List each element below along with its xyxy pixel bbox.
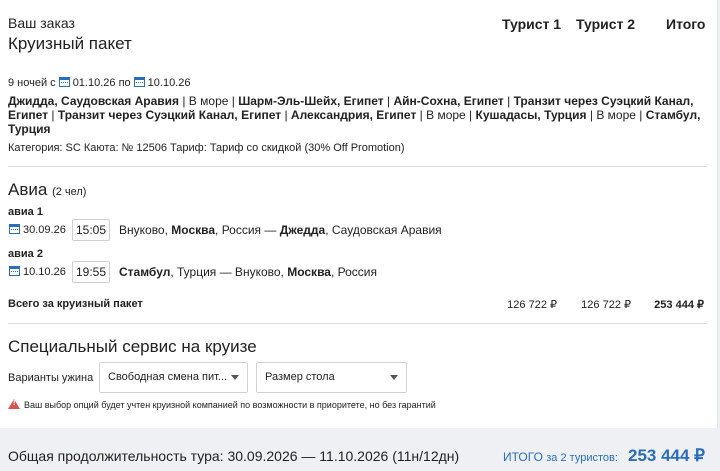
column-tourist-1: Турист 1 [502,16,562,32]
tour-duration: Общая продолжительность тура: 30.09.2026… [8,448,460,464]
avia-people-count: (2 чел) [52,186,87,198]
flight-2-label: авиа 2 [8,248,43,260]
route-line-1: Джидда, Саудовская Аравия | В море | Шар… [8,94,708,108]
order-card: Ваш заказ Круизный пакет Турист 1 Турист… [0,0,718,428]
route-segment: Транзит через Суэцкий Канал, Египет [57,108,282,122]
route-segment: Транзит через Суэцкий Канал, [513,94,694,108]
route-segment: Джидда, Саудовская Аравия [8,94,180,108]
special-service-title: Специальный сервис на круизе [8,337,257,356]
column-tourist-2: Турист 2 [576,16,636,32]
dinner-options-label: Варианты ужина [8,372,94,384]
cruise-dates: 9 ночей с 01.10.26 по 10.10.26 [8,77,190,89]
route-segment: | В море | [416,108,476,122]
chevron-down-icon [231,375,239,380]
divider [8,323,707,324]
route-segment: Турция [8,122,51,136]
flight-route-segment: Москва [171,223,216,237]
total-for: за 2 туристов: [546,452,618,464]
calendar-icon [133,77,145,87]
route-segment: | В море | [586,108,646,122]
flight-route-segment: , Россия — [215,223,280,237]
route-line-2: Египет | Транзит через Суэцкий Канал, Ег… [8,108,708,122]
divider [8,166,707,167]
flight-route-segment: , Турция — Внуково, [170,265,288,279]
route-segment: Стамбул, [645,108,701,122]
nights-label: 9 ночей с [8,77,56,89]
route-segment: Египет [8,108,49,122]
table-size-value: Размер стола [265,371,335,383]
chevron-down-icon [390,375,398,380]
flight-route-segment: Джедда [279,223,326,237]
warning-icon [8,399,20,409]
flight-2-date: 10.10.26 [6,266,66,278]
package-title: Круизный пакет [8,34,132,53]
date-from: 01.10.26 [72,77,116,89]
package-total-label: Всего за круизный пакет [8,298,143,310]
flight-route-segment: Внуково, [119,223,172,237]
flight-1-label: авиа 1 [8,206,43,218]
warning-text: Ваш выбор опций будет учтен круизной ком… [24,400,436,410]
route-segment: | [503,94,514,108]
package-total-tourist-1: 126 722 ₽ [507,299,557,311]
route-segment: | [383,94,394,108]
flight-2-time: 19:55 [72,261,110,283]
calendar-icon [58,77,70,87]
flight-1-date: 30.09.26 [6,224,66,236]
total-label: ИТОГО [503,450,543,464]
cruise-route: Джидда, Саудовская Аравия | В море | Шар… [8,94,708,136]
footer-total-value: 253 444 ₽ [628,446,705,465]
avia-title-text: Авиа [8,180,48,199]
package-total-all: 253 444 ₽ [654,299,704,311]
route-segment: Айн-Сохна, Египет [393,94,504,108]
order-label: Ваш заказ [8,15,75,31]
date-to: 10.10.26 [147,77,191,89]
package-total-tourist-2: 126 722 ₽ [581,299,631,311]
avia-title: Авиа (2 чел) [8,180,86,200]
flight-2-route: Стамбул, Турция — Внуково, Москва, Росси… [119,265,377,279]
flight-route-segment: , Россия [330,265,377,279]
flight-route-segment: Москва [287,265,331,279]
route-segment: Кушадасы, Турция [475,108,587,122]
flight-1-date-text: 30.09.26 [23,224,66,236]
route-line-3: Турция [8,122,708,136]
route-segment: | [48,108,58,122]
route-segment: | В море | [179,94,239,108]
flight-route-segment: , Саудовская Аравия [325,223,442,237]
dinner-option-value: Свободная смена пит... [108,371,228,383]
route-segment: | [281,108,291,122]
calendar-icon [9,266,20,276]
table-size-select[interactable]: Размер стола [256,362,407,393]
to-word: по [118,77,131,89]
column-total: Итого [666,16,706,32]
route-segment: Шарм-Эль-Шейх, Египет [238,94,384,108]
flight-2-date-text: 10.10.26 [23,266,66,278]
flight-route-segment: Стамбул [119,265,171,279]
calendar-icon [9,224,20,234]
flight-1-time: 15:05 [72,219,110,241]
footer-total-label: ИТОГО за 2 туристов: [503,450,618,464]
flight-1-route: Внуково, Москва, Россия — Джедда, Саудов… [119,223,442,237]
route-segment: Александрия, Египет [290,108,417,122]
dinner-option-select[interactable]: Свободная смена пит... [99,362,248,393]
cabin-details: Категория: SC Каюта: № 12506 Тариф: Тари… [8,142,405,154]
